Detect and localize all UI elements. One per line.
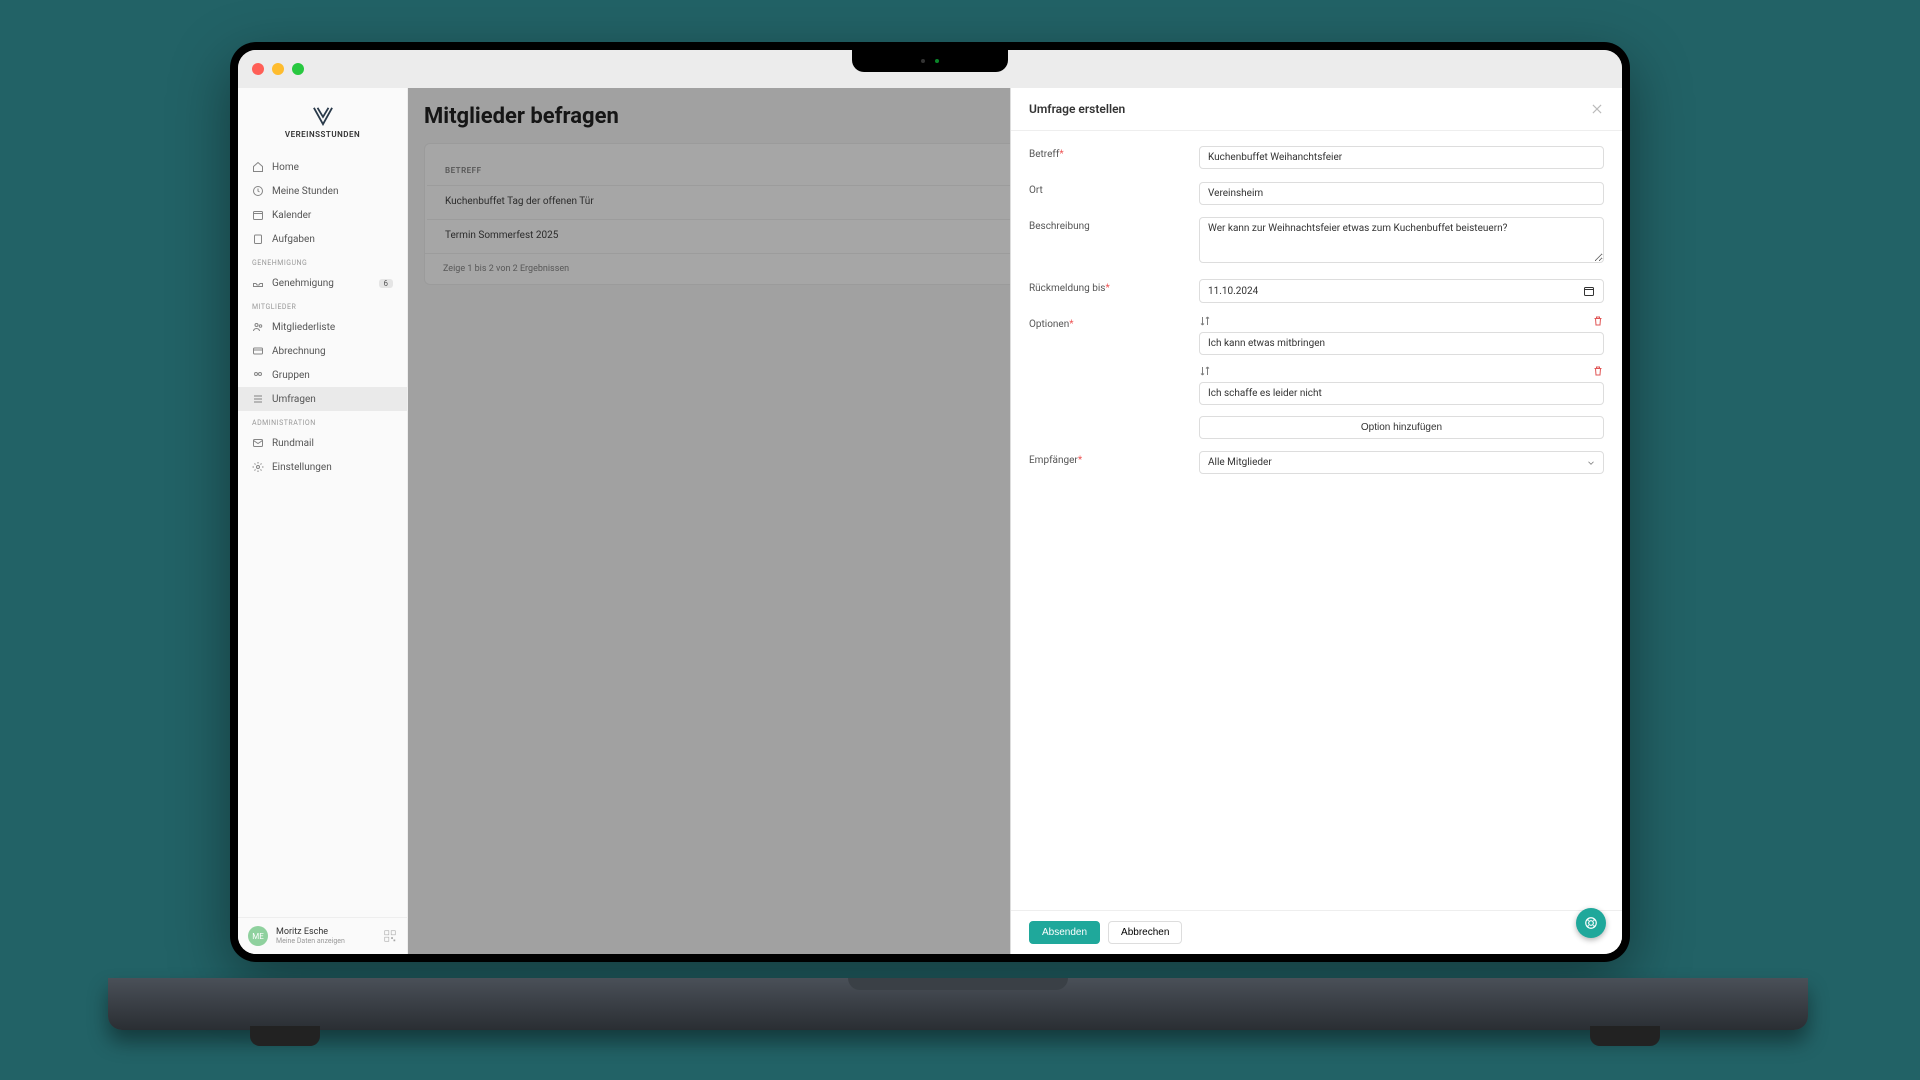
- beschreibung-textarea[interactable]: [1199, 217, 1604, 263]
- genehmigung-badge: 6: [379, 279, 394, 288]
- create-survey-drawer: Umfrage erstellen Betreff* Ort Beschreib…: [1010, 88, 1622, 954]
- trash-icon[interactable]: [1592, 315, 1604, 327]
- ort-input[interactable]: [1199, 182, 1604, 205]
- user-subtitle: Meine Daten anzeigen: [276, 937, 375, 945]
- sidebar-item-label: Einstellungen: [272, 462, 332, 473]
- sidebar-item-label: Aufgaben: [272, 234, 315, 245]
- add-option-button[interactable]: Option hinzufügen: [1199, 416, 1604, 439]
- sidebar-item-rundmail[interactable]: Rundmail: [238, 431, 407, 455]
- screen: VEREINSSTUNDEN Home Meine Stunden Kalend…: [238, 50, 1622, 954]
- inbox-icon: [252, 277, 264, 289]
- gear-icon: [252, 461, 264, 473]
- logo-icon: [312, 106, 334, 126]
- label-ort: Ort: [1029, 181, 1199, 205]
- option-input-1[interactable]: [1199, 332, 1604, 355]
- option-input-2[interactable]: [1199, 382, 1604, 405]
- card-icon: [252, 345, 264, 357]
- clock-icon: [252, 185, 264, 197]
- date-value: 11.10.2024: [1208, 286, 1258, 297]
- sidebar-item-umfragen[interactable]: Umfragen: [238, 387, 407, 411]
- sort-icon[interactable]: [1199, 365, 1211, 377]
- sidebar-item-gruppen[interactable]: Gruppen: [238, 363, 407, 387]
- sidebar-item-label: Abrechnung: [272, 346, 326, 357]
- sidebar-item-label: Kalender: [272, 210, 311, 221]
- sidebar-section-administration: ADMINISTRATION: [238, 411, 407, 431]
- clipboard-icon: [252, 233, 264, 245]
- chevron-down-icon: [1586, 458, 1596, 468]
- user-name: Moritz Esche: [276, 927, 375, 937]
- sidebar-item-label: Gruppen: [272, 370, 310, 381]
- laptop-foot: [1590, 1026, 1660, 1046]
- lifering-icon: [1584, 916, 1598, 930]
- betreff-input[interactable]: [1199, 146, 1604, 169]
- label-betreff: Betreff*: [1029, 145, 1199, 169]
- sidebar-section-mitglieder: MITGLIEDER: [238, 295, 407, 315]
- window-minimize-button[interactable]: [272, 63, 284, 75]
- window-maximize-button[interactable]: [292, 63, 304, 75]
- close-icon[interactable]: [1590, 102, 1604, 116]
- help-fab[interactable]: [1576, 908, 1606, 938]
- mail-icon: [252, 437, 264, 449]
- label-beschreibung: Beschreibung: [1029, 217, 1199, 267]
- home-icon: [252, 161, 264, 173]
- window-close-button[interactable]: [252, 63, 264, 75]
- sidebar-item-aufgaben[interactable]: Aufgaben: [238, 227, 407, 251]
- label-empfaenger: Empfänger*: [1029, 451, 1199, 474]
- sidebar-item-meine-stunden[interactable]: Meine Stunden: [238, 179, 407, 203]
- logo: VEREINSSTUNDEN: [238, 88, 407, 149]
- sidebar-item-kalender[interactable]: Kalender: [238, 203, 407, 227]
- calendar-icon: [252, 209, 264, 221]
- sidebar-item-home[interactable]: Home: [238, 155, 407, 179]
- users-icon: [252, 321, 264, 333]
- calendar-icon: [1583, 285, 1595, 297]
- sidebar-item-label: Umfragen: [272, 394, 316, 405]
- laptop-base: [108, 978, 1808, 1030]
- drawer-title: Umfrage erstellen: [1029, 102, 1125, 116]
- qr-icon[interactable]: [383, 929, 397, 943]
- laptop-frame: VEREINSSTUNDEN Home Meine Stunden Kalend…: [230, 42, 1630, 962]
- rueckmeldung-date-input[interactable]: 11.10.2024: [1199, 279, 1604, 303]
- empfaenger-select[interactable]: Alle Mitglieder: [1199, 451, 1604, 474]
- sort-icon[interactable]: [1199, 315, 1211, 327]
- sidebar-item-label: Rundmail: [272, 438, 314, 449]
- group-icon: [252, 369, 264, 381]
- logo-text: VEREINSSTUNDEN: [238, 130, 407, 139]
- sidebar-item-mitgliederliste[interactable]: Mitgliederliste: [238, 315, 407, 339]
- avatar: ME: [248, 926, 268, 946]
- laptop-foot: [250, 1026, 320, 1046]
- sidebar-item-label: Genehmigung: [272, 278, 334, 289]
- sidebar-item-genehmigung[interactable]: Genehmigung 6: [238, 271, 407, 295]
- sidebar: VEREINSSTUNDEN Home Meine Stunden Kalend…: [238, 88, 408, 954]
- laptop-notch: [852, 50, 1008, 72]
- list-icon: [252, 393, 264, 405]
- submit-button[interactable]: Absenden: [1029, 921, 1100, 944]
- sidebar-item-label: Mitgliederliste: [272, 322, 335, 333]
- label-optionen: Optionen*: [1029, 315, 1199, 439]
- sidebar-item-einstellungen[interactable]: Einstellungen: [238, 455, 407, 479]
- sidebar-item-abrechnung[interactable]: Abrechnung: [238, 339, 407, 363]
- sidebar-item-label: Home: [272, 162, 299, 173]
- label-rueckmeldung: Rückmeldung bis*: [1029, 279, 1199, 303]
- cancel-button[interactable]: Abbrechen: [1108, 921, 1182, 944]
- user-footer[interactable]: ME Moritz Esche Meine Daten anzeigen: [238, 917, 407, 954]
- sidebar-section-genehmigung: GENEHMIGUNG: [238, 251, 407, 271]
- trash-icon[interactable]: [1592, 365, 1604, 377]
- sidebar-item-label: Meine Stunden: [272, 186, 338, 197]
